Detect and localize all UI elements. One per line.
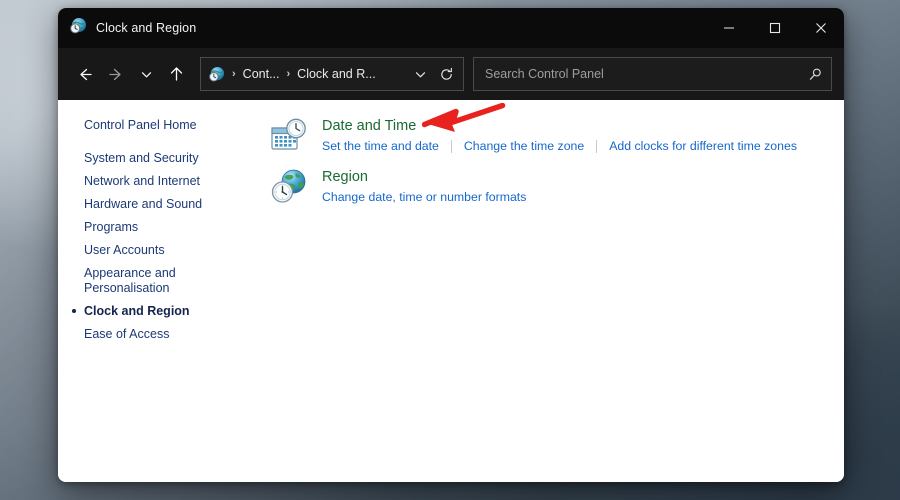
- recent-locations-chevron-down-icon[interactable]: [132, 58, 160, 90]
- sidebar-item-network-and-internet[interactable]: Network and Internet: [84, 170, 270, 193]
- control-panel-window: Clock and Region › Cont... › Clock and R…: [58, 8, 844, 482]
- breadcrumb-separator: ›: [232, 68, 236, 80]
- sidebar-item-appearance-and-personalisation[interactable]: Appearance and Personalisation: [84, 262, 270, 300]
- back-arrow-icon[interactable]: [68, 58, 100, 90]
- breadcrumb-separator: ›: [286, 68, 291, 80]
- search-input[interactable]: Search Control Panel: [485, 67, 808, 81]
- link-separator: [596, 139, 598, 153]
- breadcrumb-clock-and-region[interactable]: Clock and R...: [297, 67, 376, 81]
- window-controls: [706, 8, 844, 48]
- address-chevron-down-icon[interactable]: [407, 61, 433, 87]
- sidebar-item-clock-and-region[interactable]: Clock and Region: [72, 300, 270, 323]
- category-region: Region Change date, time or number forma…: [270, 167, 844, 206]
- category-links-date-and-time: Set the time and date Change the time zo…: [322, 138, 797, 154]
- title-bar: Clock and Region: [58, 8, 844, 48]
- address-bar[interactable]: › Cont... › Clock and R...: [200, 57, 464, 91]
- window-content: Control Panel Home System and Security N…: [58, 100, 844, 482]
- search-icon[interactable]: [808, 67, 823, 82]
- close-button[interactable]: [798, 8, 844, 48]
- breadcrumb-control-panel[interactable]: Cont...: [243, 67, 280, 81]
- sidebar-item-hardware-and-sound[interactable]: Hardware and Sound: [84, 193, 270, 216]
- link-add-clocks-for-different-time-zones[interactable]: Add clocks for different time zones: [609, 138, 797, 154]
- refresh-icon[interactable]: [433, 61, 459, 87]
- search-control-panel-box[interactable]: Search Control Panel: [473, 57, 832, 91]
- category-text-region: Region Change date, time or number forma…: [322, 167, 526, 206]
- link-change-date-time-or-number-formats[interactable]: Change date, time or number formats: [322, 189, 526, 205]
- minimize-button[interactable]: [706, 8, 752, 48]
- link-change-the-time-zone[interactable]: Change the time zone: [464, 138, 584, 154]
- category-date-and-time: Date and Time Set the time and date Chan…: [270, 116, 844, 155]
- maximize-button[interactable]: [752, 8, 798, 48]
- clock-globe-icon: [69, 17, 87, 40]
- main-panel: Date and Time Set the time and date Chan…: [270, 100, 844, 482]
- navigation-toolbar: › Cont... › Clock and R... Search Contro…: [58, 48, 844, 100]
- category-links-region: Change date, time or number formats: [322, 189, 526, 205]
- sidebar-item-ease-of-access[interactable]: Ease of Access: [84, 323, 270, 346]
- sidebar-item-user-accounts[interactable]: User Accounts: [84, 239, 270, 262]
- forward-arrow-icon[interactable]: [100, 58, 132, 90]
- up-arrow-icon[interactable]: [160, 58, 192, 90]
- window-title: Clock and Region: [96, 21, 197, 35]
- sidebar: Control Panel Home System and Security N…: [58, 100, 270, 482]
- link-set-the-time-and-date[interactable]: Set the time and date: [322, 138, 439, 154]
- link-separator: [450, 139, 452, 153]
- globe-clock-icon: [270, 168, 308, 206]
- address-clock-globe-icon: [208, 66, 225, 83]
- category-heading-region[interactable]: Region: [322, 168, 526, 186]
- sidebar-item-control-panel-home[interactable]: Control Panel Home: [84, 114, 270, 137]
- category-text-date-and-time: Date and Time Set the time and date Chan…: [322, 116, 797, 155]
- category-heading-date-and-time[interactable]: Date and Time: [322, 117, 797, 135]
- calendar-clock-icon: [270, 117, 308, 155]
- sidebar-item-programs[interactable]: Programs: [84, 216, 270, 239]
- sidebar-item-system-and-security[interactable]: System and Security: [84, 147, 270, 170]
